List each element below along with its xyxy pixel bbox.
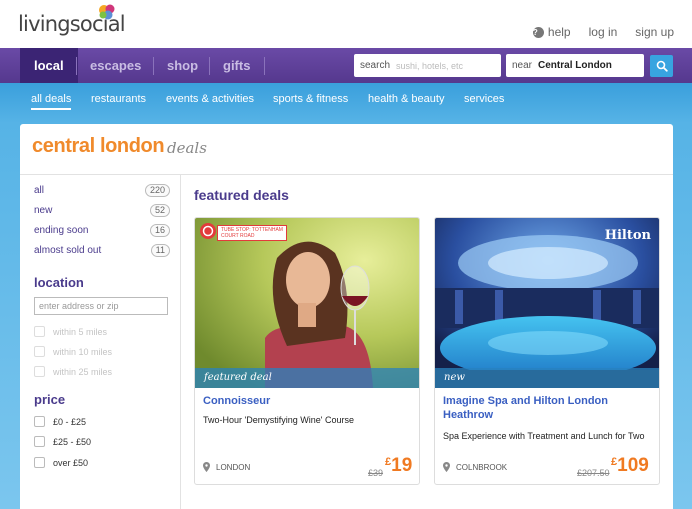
deal-description: Two-Hour 'Demystifying Wine' Course xyxy=(203,415,354,425)
distance-option-5[interactable]: within 5 miles xyxy=(34,326,107,337)
distance-label: within 25 miles xyxy=(53,366,113,377)
filter-almost-sold-out[interactable]: almost sold out 11 xyxy=(34,244,170,257)
signup-link[interactable]: sign up xyxy=(635,25,674,39)
checkbox[interactable] xyxy=(34,326,45,337)
top-header: livingsocial ? help log in sign up xyxy=(0,0,692,48)
deal-tag: featured deal xyxy=(195,368,419,388)
distance-label: within 10 miles xyxy=(53,346,113,357)
filter-label: ending soon xyxy=(34,225,89,236)
help-icon: ? xyxy=(532,26,544,38)
checkbox[interactable] xyxy=(34,457,45,468)
deal-description: Spa Experience with Treatment and Lunch … xyxy=(443,431,645,441)
help-link[interactable]: ? help xyxy=(532,25,571,39)
price-currency: £ xyxy=(385,456,392,468)
deal-location: LONDON xyxy=(203,462,250,472)
hilton-logo: Hilton xyxy=(604,228,651,243)
search-label: search xyxy=(360,60,391,71)
deal-original-price: £39 xyxy=(368,468,384,478)
price-option-0-25[interactable]: £0 - £25 xyxy=(34,416,86,427)
price-label: over £50 xyxy=(53,457,89,468)
filter-count-badge: 220 xyxy=(144,184,170,197)
deal-original-price: £207.50 xyxy=(577,468,610,478)
price-option-over-50[interactable]: over £50 xyxy=(34,457,88,468)
near-label: near xyxy=(512,60,533,71)
deal-card-imagine-spa[interactable]: Hilton new Imagine Spa and Hilton London… xyxy=(434,217,660,485)
filter-count-badge: 11 xyxy=(150,244,170,257)
price-currency: £ xyxy=(611,456,618,468)
filter-label: almost sold out xyxy=(34,245,102,256)
category-restaurants[interactable]: restaurants xyxy=(91,93,146,105)
location-search-input[interactable]: near Central London xyxy=(506,54,644,77)
location-input[interactable]: enter address or zip xyxy=(34,297,168,315)
featured-deals-heading: featured deals xyxy=(194,187,289,203)
deal-tag: new xyxy=(435,368,659,388)
filter-all[interactable]: all 220 xyxy=(34,184,170,197)
checkbox[interactable] xyxy=(34,436,45,447)
divider xyxy=(180,175,181,509)
price-option-25-50[interactable]: £25 - £50 xyxy=(34,436,91,447)
filter-count-badge: 16 xyxy=(149,224,170,237)
category-all-deals[interactable]: all deals xyxy=(31,93,72,110)
location-pin-icon xyxy=(443,462,450,472)
category-sports-fitness[interactable]: sports & fitness xyxy=(273,93,348,105)
deal-image-wine: TUBE STOP: TOTTENHAM COURT ROAD xyxy=(195,218,419,388)
filter-ending-soon[interactable]: ending soon 16 xyxy=(34,224,170,237)
near-value: Central London xyxy=(538,60,612,71)
deal-image-spa: Hilton xyxy=(435,218,659,388)
nav-divider xyxy=(264,57,265,75)
page-title-suffix: deals xyxy=(167,139,207,157)
category-services[interactable]: services xyxy=(464,93,504,105)
search-button[interactable] xyxy=(650,55,673,77)
checkbox[interactable] xyxy=(34,346,45,357)
category-events-activities[interactable]: events & activities xyxy=(166,93,254,105)
logo-dots-icon xyxy=(99,4,115,20)
page-title: central london xyxy=(32,135,165,157)
deal-price: £19 xyxy=(385,455,412,477)
price-value: 109 xyxy=(617,455,649,476)
search-input[interactable]: search sushi, hotels, etc xyxy=(354,54,501,77)
tube-stop-badge: TUBE STOP: TOTTENHAM COURT ROAD xyxy=(217,225,287,241)
main-nav: local escapes shop gifts search sushi, h… xyxy=(0,48,692,83)
help-label: help xyxy=(547,25,571,39)
tab-shop[interactable]: shop xyxy=(153,48,212,83)
filter-count-badge: 52 xyxy=(149,204,170,217)
tab-escapes[interactable]: escapes xyxy=(76,48,155,83)
location-label: COLNBROOK xyxy=(456,462,508,472)
deal-price: £109 xyxy=(611,455,649,477)
tab-gifts[interactable]: gifts xyxy=(209,48,264,83)
deal-title[interactable]: Connoisseur xyxy=(203,394,415,408)
filter-label: new xyxy=(34,205,53,216)
price-heading: price xyxy=(34,392,66,407)
price-label: £0 - £25 xyxy=(53,416,87,427)
deal-location: COLNBROOK xyxy=(443,462,507,472)
category-health-beauty[interactable]: health & beauty xyxy=(368,93,444,105)
distance-label: within 5 miles xyxy=(53,326,108,337)
search-icon xyxy=(656,60,668,72)
filter-label: all xyxy=(34,185,45,196)
checkbox[interactable] xyxy=(34,366,45,377)
tab-local[interactable]: local xyxy=(20,48,78,83)
price-value: 19 xyxy=(391,455,413,476)
content-panel: central london deals all 220 new 52 endi… xyxy=(20,124,673,509)
deal-title[interactable]: Imagine Spa and Hilton London Heathrow xyxy=(443,394,655,422)
login-link[interactable]: log in xyxy=(589,25,618,39)
checkbox[interactable] xyxy=(34,416,45,427)
search-placeholder: sushi, hotels, etc xyxy=(396,60,464,71)
category-nav: all deals restaurants events & activitie… xyxy=(0,83,692,123)
divider xyxy=(20,174,673,175)
tube-stop-icon xyxy=(200,223,216,239)
distance-option-10[interactable]: within 10 miles xyxy=(34,346,112,357)
price-label: £25 - £50 xyxy=(53,436,92,447)
deal-card-connoisseur[interactable]: TUBE STOP: TOTTENHAM COURT ROAD featured… xyxy=(194,217,420,485)
filter-new[interactable]: new 52 xyxy=(34,204,170,217)
distance-option-25[interactable]: within 25 miles xyxy=(34,366,112,377)
location-pin-icon xyxy=(203,462,210,472)
location-heading: location xyxy=(34,275,84,290)
location-label: LONDON xyxy=(216,462,251,472)
